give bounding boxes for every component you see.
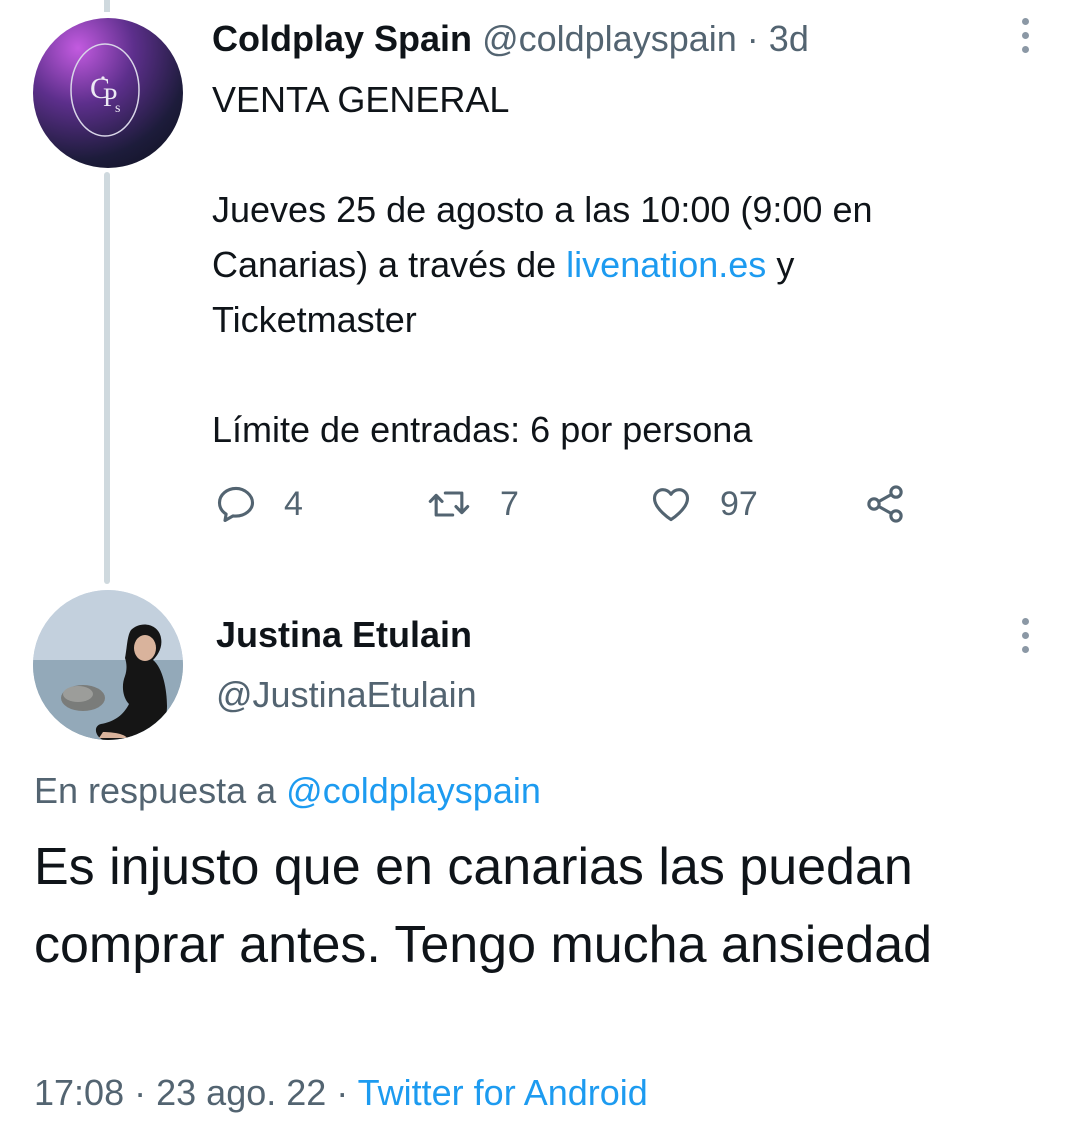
original-tweet-age[interactable]: 3d xyxy=(769,18,809,59)
reply-button[interactable]: 4 xyxy=(214,478,303,530)
tweet-line-date-3: Ticketmaster xyxy=(212,299,417,340)
retweet-button[interactable]: 7 xyxy=(424,478,519,530)
profile-photo xyxy=(33,590,183,740)
justina-etulain-avatar[interactable] xyxy=(33,590,183,740)
thread-line xyxy=(104,172,110,584)
retweet-count: 7 xyxy=(500,484,519,523)
header-separator: · xyxy=(746,18,759,59)
tweet-line-date-2-prefix: Canarias) a través de xyxy=(212,244,567,285)
reply-more-icon[interactable] xyxy=(1019,618,1031,653)
meta-separator-1: · xyxy=(134,1072,147,1113)
like-button[interactable]: 97 xyxy=(648,478,758,530)
reply-tweet-meta: 17:08 · 23 ago. 22 · Twitter for Android xyxy=(34,1072,648,1114)
retweet-icon xyxy=(428,491,470,517)
thread-line-top xyxy=(104,0,110,12)
original-tweet-header: Coldplay Spain @coldplayspain · 3d xyxy=(212,18,809,60)
tweet-line-date-2: Canarias) a través de livenation.es y xyxy=(212,237,1032,292)
original-display-name[interactable]: Coldplay Spain xyxy=(212,18,472,59)
meta-separator-2: · xyxy=(336,1072,349,1113)
tweet-action-bar: 4 7 97 xyxy=(214,478,914,530)
reply-display-name[interactable]: Justina Etulain xyxy=(216,614,472,656)
reply-time: 17:08 xyxy=(34,1072,125,1113)
reply-handle[interactable]: @JustinaEtulain xyxy=(216,674,477,716)
original-handle[interactable]: @coldplayspain xyxy=(482,18,737,59)
like-count: 97 xyxy=(720,484,758,523)
svg-text:s: s xyxy=(115,101,120,116)
in-reply-prefix: En respuesta a xyxy=(34,770,287,811)
tweet-source-link[interactable]: Twitter for Android xyxy=(358,1072,648,1113)
coldplay-spain-avatar[interactable]: C P s xyxy=(33,18,183,168)
original-tweet-text: VENTA GENERAL Jueves 25 de agosto a las … xyxy=(212,72,1032,457)
tweet-line-limit: Límite de entradas: 6 por persona xyxy=(212,409,753,450)
tweet-line-date-2-suffix: y xyxy=(766,244,795,285)
in-reply-to: En respuesta a @coldplayspain xyxy=(34,770,541,812)
reply-icon xyxy=(217,486,255,523)
tweet-line-heading: VENTA GENERAL xyxy=(212,79,510,120)
cps-logo-icon: C P s xyxy=(70,43,140,137)
in-reply-handle-link[interactable]: @coldplayspain xyxy=(286,770,541,811)
heart-icon xyxy=(652,488,690,522)
original-more-icon[interactable] xyxy=(1019,18,1031,53)
reply-count: 4 xyxy=(284,484,303,523)
share-button[interactable] xyxy=(862,478,908,530)
reply-date: 23 ago. 22 xyxy=(156,1072,327,1113)
reply-tweet-text: Es injusto que en canarias las puedan co… xyxy=(34,838,933,974)
livenation-link[interactable]: livenation.es xyxy=(566,244,766,285)
tweet-line-date-1: Jueves 25 de agosto a las 10:00 (9:00 en xyxy=(212,189,873,230)
share-icon xyxy=(867,485,903,523)
